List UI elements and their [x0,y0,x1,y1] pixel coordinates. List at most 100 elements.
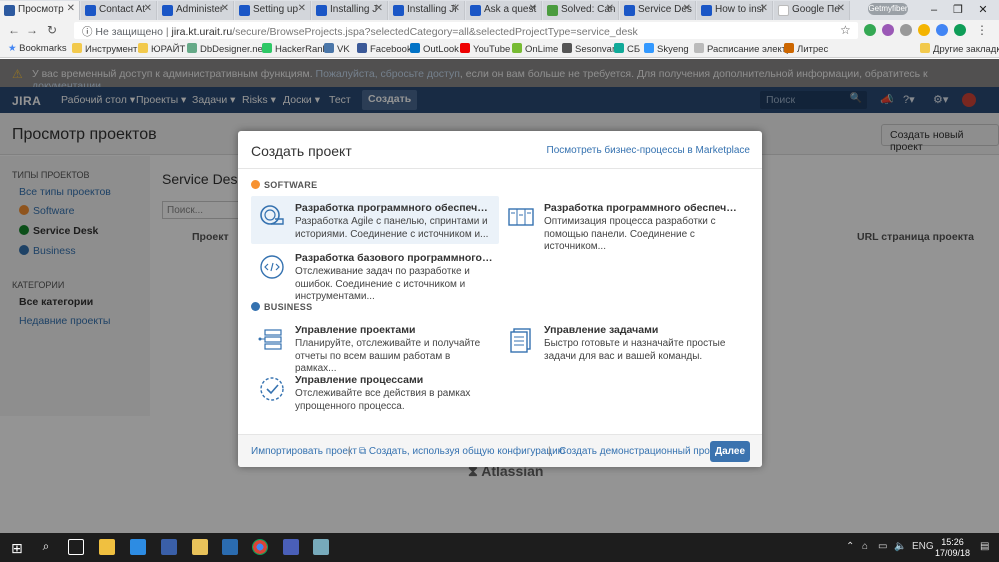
app-icon[interactable] [161,539,177,555]
task-management-icon [510,328,531,353]
tray-chevron-icon[interactable]: ⌃ [846,541,854,552]
folder-icon [138,43,148,53]
create-demo-project-link[interactable]: Создать демонстрационный проект [559,446,724,457]
app-icon[interactable] [283,539,299,555]
bookmarks-bar: ★ Bookmarks Инструменты ЮРАЙТ DbDesigner… [0,40,999,58]
app-icon[interactable] [192,539,208,555]
template-card-task-management[interactable]: Управление задачами Быстро готовьте и на… [500,318,748,366]
extension-icon[interactable] [882,24,894,36]
app-icon[interactable] [222,539,238,555]
close-tab-icon[interactable]: ✕ [67,3,75,14]
extension-icon[interactable] [918,24,930,36]
extension-icon[interactable] [900,24,912,36]
tab-service-desk[interactable]: Service Des ✕ [620,1,696,20]
template-card-process-management[interactable]: Управление процессами Отслеживайте все д… [251,368,499,416]
close-tab-icon[interactable]: ✕ [298,3,306,14]
extension-icon[interactable] [864,24,876,36]
windows-start-icon[interactable]: ⊞ [11,541,23,555]
other-bookmarks[interactable]: Другие закладки [920,43,999,55]
bookmark-item[interactable]: СБ [614,43,640,55]
search-icon[interactable]: ⌕ [38,539,54,555]
bookmark-item[interactable]: HackerRank [262,43,327,55]
minimize-icon[interactable]: – [922,0,946,20]
notifications-icon[interactable]: ▤ [980,541,989,552]
bookmark-item[interactable]: Sesonvar [562,43,615,55]
business-section-heading: BUSINESS [251,302,312,312]
bookmark-item[interactable]: ★ Bookmarks [8,43,67,54]
chrome-icon[interactable] [252,539,268,555]
file-explorer-icon[interactable] [99,539,115,555]
project-management-icon [258,329,282,350]
dialog-header: Создать проект Посмотреть бизнес-процесс… [238,131,762,169]
kanban-icon [508,208,534,226]
close-tab-icon[interactable]: ✕ [144,3,152,14]
back-icon[interactable]: ← [6,22,22,38]
tab-label: Setting up [253,4,299,15]
marketplace-link[interactable]: Посмотреть бизнес-процессы в Marketplace [547,145,750,156]
close-tab-icon[interactable]: ✕ [683,3,691,14]
tab-google[interactable]: Google Пе ✕ [774,1,850,20]
bookmark-star-icon[interactable]: ☆ [840,23,851,37]
system-clock[interactable]: 15:26 17/09/18 [935,537,970,559]
template-card-scrum[interactable]: Разработка программного обеспечения Scr.… [251,196,499,244]
tab-setting-up[interactable]: Setting up ✕ [235,1,311,20]
task-view-icon[interactable] [68,539,84,555]
bookmark-item[interactable]: Литрес [784,43,828,55]
tab-browse-projects[interactable]: Просмотр ✕ [0,1,80,20]
tab-contact-atlassian[interactable]: Contact At ✕ [81,1,157,20]
tab-solved[interactable]: Solved: Can ✕ [543,1,619,20]
template-card-project-management[interactable]: Управление проектами Планируйте, отслежи… [251,318,499,374]
forward-icon[interactable]: → [24,22,40,38]
atlassian-favicon-icon [393,5,404,16]
windows-taskbar: ⊞ ⌕ ⌃ ⌂ ▭ 🔈 ENG 15:26 17/09/18 ▤ [0,533,999,562]
tab-installing-1[interactable]: Installing J ✕ [312,1,388,20]
url-input[interactable]: ⓘ Не защищено | jira.kt.urait.ru/secure/… [74,22,858,39]
profile-badge[interactable]: Getmyfiber [868,3,908,15]
bookmark-item[interactable]: Facebook [357,43,412,55]
close-tab-icon[interactable]: ✕ [760,3,768,14]
bookmark-item[interactable]: Инструменты [72,43,144,55]
card-description: Оптимизация процесса разработки с помощь… [544,216,716,252]
close-tab-icon[interactable]: ✕ [221,3,229,14]
network-icon[interactable]: ⌂ [862,541,868,552]
battery-icon[interactable]: ▭ [878,541,887,552]
tab-installing-2[interactable]: Installing Ji ✕ [389,1,465,20]
close-tab-icon[interactable]: ✕ [452,3,460,14]
bookmark-item[interactable]: Skyeng [644,43,689,55]
star-icon: ★ [8,43,20,54]
create-project-dialog: Создать проект Посмотреть бизнес-процесс… [238,131,762,467]
tab-how-to-install[interactable]: How to insl ✕ [697,1,773,20]
bookmark-item[interactable]: DbDesigner.net [187,43,265,55]
bookmark-item[interactable]: YouTube [460,43,510,55]
extension-icon[interactable] [954,24,966,36]
jira-favicon-icon [4,5,15,16]
template-card-basic[interactable]: Разработка базового программного обеспе.… [251,246,499,302]
close-tab-icon[interactable]: ✕ [375,3,383,14]
tab-administer[interactable]: Administer ✕ [158,1,234,20]
maximize-icon[interactable]: ❐ [946,0,970,20]
business-icon [251,302,260,311]
separator: | [548,446,551,457]
app-icon[interactable] [130,539,146,555]
bookmark-item[interactable]: Расписание электрі [694,43,794,55]
volume-icon[interactable]: 🔈 [894,541,906,552]
close-tab-icon[interactable]: ✕ [837,3,845,14]
bookmark-item[interactable]: ЮРАЙТ [138,43,185,55]
create-shared-config-link[interactable]: ⧉ Создать, используя общую конфигурацию [359,446,565,457]
import-project-link[interactable]: Импортировать проект [251,446,357,457]
bookmark-item[interactable]: OnLime [512,43,558,55]
bookmark-item[interactable]: VK [324,43,350,55]
close-tab-icon[interactable]: ✕ [606,3,614,14]
close-window-icon[interactable]: ✕ [971,0,995,20]
bookmark-item[interactable]: OutLook [410,43,459,55]
template-card-kanban[interactable]: Разработка программного обеспечения Ка..… [500,196,748,252]
close-tab-icon[interactable]: ✕ [529,3,537,14]
app-icon[interactable] [313,539,329,555]
language-indicator[interactable]: ENG [912,541,934,552]
tab-ask-question[interactable]: Ask a quest ✕ [466,1,542,20]
next-button[interactable]: Далее [710,441,750,462]
card-description: Быстро готовьте и назначайте простые зад… [544,338,726,362]
reload-icon[interactable]: ↻ [44,22,60,38]
extension-icon[interactable] [936,24,948,36]
menu-icon[interactable]: ⋮ [974,22,990,38]
